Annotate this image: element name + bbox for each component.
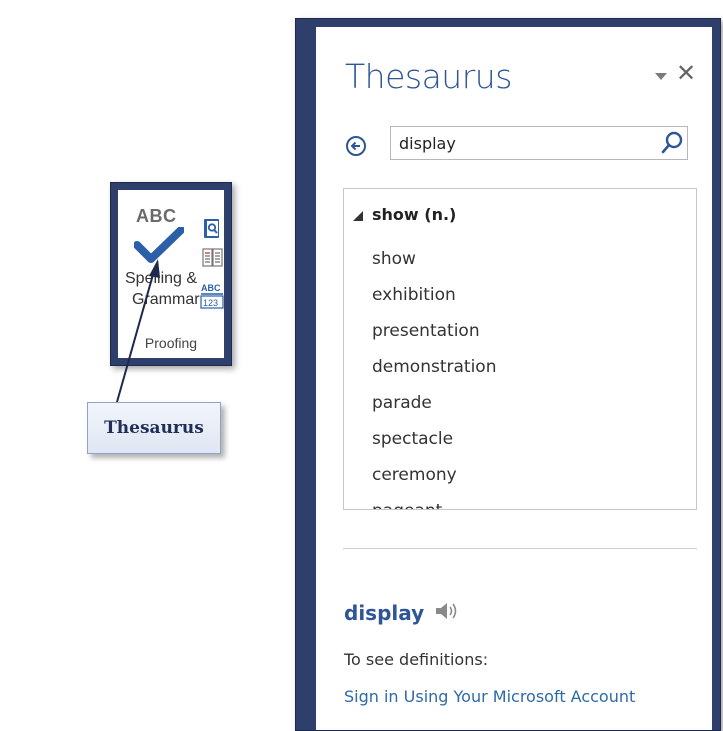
pane-title: Thesaurus [345,57,512,96]
pane-close-icon[interactable]: ✕ [676,61,696,85]
collapse-triangle-icon[interactable] [353,210,363,221]
definitions-label: To see definitions: [344,650,489,669]
group-heading-label: show (n.) [372,205,457,224]
word-count-123-text: 123 [203,298,218,308]
thesaurus-callout: Thesaurus [87,402,221,454]
proofing-group: ABC Spelling & Grammar ABC 123 Proofing [118,190,224,358]
checkmark-icon [134,227,184,263]
abc-icon-text: ABC [136,206,177,226]
group-heading[interactable]: show (n.) [353,205,456,224]
search-box [390,126,688,160]
spelling-label: Spelling & [125,270,198,287]
thesaurus-icon[interactable] [202,247,224,269]
word-count-abc-text: ABC [201,283,221,293]
back-button[interactable] [346,136,366,156]
proofing-group-frame: ABC Spelling & Grammar ABC 123 Proofing [110,182,232,366]
synonym-item[interactable]: exhibition [372,277,496,313]
synonym-item[interactable]: demonstration [372,349,496,385]
synonym-item[interactable]: spectacle [372,421,496,457]
research-icon[interactable] [203,218,221,240]
synonym-item[interactable]: pageant [372,493,496,509]
sign-in-link[interactable]: Sign in Using Your Microsoft Account [344,682,684,712]
synonym-item[interactable]: presentation [372,313,496,349]
synonym-item[interactable]: parade [372,385,496,421]
search-input[interactable] [399,132,649,154]
proofing-group-label: Proofing [144,335,198,351]
thesaurus-pane-frame: Thesaurus ✕ show (n.) show exhibition [295,18,721,731]
synonym-item[interactable]: show [372,241,496,277]
grammar-label: Grammar [132,291,200,308]
arrow-left-icon [350,141,360,151]
thesaurus-pane: Thesaurus ✕ show (n.) show exhibition [316,27,712,730]
synonym-list: show exhibition presentation demonstrati… [372,241,496,509]
callout-label: Thesaurus [104,418,204,438]
definition-word: display [344,601,425,625]
word-count-icon[interactable]: ABC 123 [200,280,224,310]
results-list: show (n.) show exhibition presentation d… [343,188,697,510]
pane-divider [343,548,697,549]
pane-options-chevron-icon[interactable] [655,73,667,80]
speaker-icon[interactable] [434,600,460,622]
search-icon[interactable] [661,131,683,155]
synonym-item[interactable]: ceremony [372,457,496,493]
